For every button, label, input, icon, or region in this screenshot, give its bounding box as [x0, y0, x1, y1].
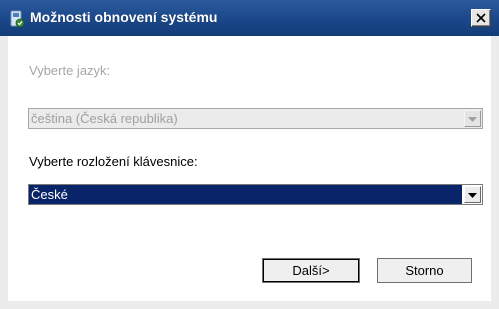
window-frame-right: [491, 36, 499, 309]
cancel-button[interactable]: Storno: [377, 258, 472, 283]
chevron-down-icon: [468, 186, 477, 204]
next-button[interactable]: Další>: [262, 258, 360, 283]
next-button-label: Další>: [292, 263, 330, 278]
window-frame-bottom: [0, 301, 499, 309]
close-button[interactable]: [471, 9, 491, 27]
language-dropdown-button[interactable]: [464, 110, 481, 127]
keyboard-dropdown-button[interactable]: [464, 186, 481, 203]
cancel-button-label: Storno: [405, 263, 444, 278]
chevron-down-icon: [468, 110, 477, 128]
dialog-window: Možnosti obnovení systému Vyberte jazyk:…: [0, 0, 499, 309]
title-bar[interactable]: Možnosti obnovení systému: [0, 0, 499, 36]
language-label: Vyberte jazyk:: [29, 63, 111, 78]
keyboard-layout-select[interactable]: České: [28, 184, 483, 205]
system-recovery-icon: [9, 10, 25, 28]
keyboard-select-value: České: [29, 185, 462, 204]
window-title: Možnosti obnovení systému: [30, 9, 218, 25]
window-frame-left: [0, 36, 8, 309]
close-icon: [476, 13, 486, 23]
language-select-value: čeština (Česká republika): [31, 111, 178, 126]
keyboard-label: Vyberte rozložení klávesnice:: [29, 154, 198, 169]
language-select[interactable]: čeština (Česká republika): [28, 108, 483, 129]
